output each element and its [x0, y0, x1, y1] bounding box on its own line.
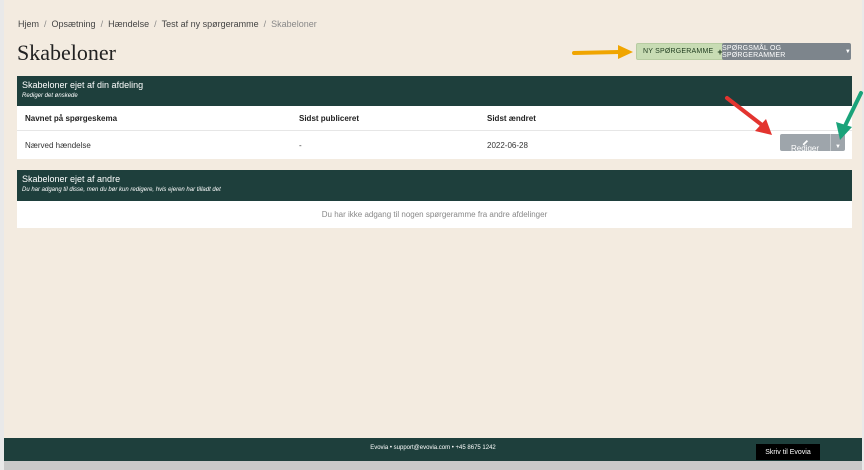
green-arrow-icon	[836, 91, 863, 140]
questions-dropdown-button[interactable]: SPØRGSMÅL OG SPØRGERAMMER ▼	[722, 43, 851, 60]
orange-arrow-icon	[572, 45, 633, 59]
breadcrumb-separator: /	[154, 19, 157, 29]
horizontal-scrollbar[interactable]	[4, 461, 862, 470]
breadcrumb-test[interactable]: Test af ny spørgeramme	[162, 19, 259, 29]
others-templates-header: Skabeloner ejet af andre Du har adgang t…	[17, 170, 852, 201]
red-arrow-icon	[725, 96, 772, 135]
row-changed: 2022-06-28	[487, 141, 528, 150]
empty-message: Du har ikke adgang til nogen spørgeramme…	[321, 210, 548, 219]
footer-contact: Evovia • support@evovia.com • +45 8675 1…	[370, 445, 496, 451]
column-header-changed: Sidst ændret	[487, 114, 536, 123]
breadcrumb-current: Skabeloner	[271, 19, 317, 29]
caret-down-icon: ▼	[835, 144, 841, 150]
breadcrumb: Hjem / Opsætning / Hændelse / Test af ny spørg…	[18, 19, 317, 29]
row-published: -	[299, 141, 302, 150]
questions-dropdown-label: SPØRGSMÅL OG SPØRGERAMMER	[722, 44, 786, 59]
new-questionnaire-button[interactable]: NY SPØRGERAMME +	[636, 43, 730, 60]
footer: Evovia • support@evovia.com • +45 8675 1…	[4, 438, 862, 461]
window-frame-left	[0, 0, 4, 470]
own-templates-title: Skabeloner ejet af din afdeling	[22, 80, 144, 90]
breadcrumb-separator: /	[100, 19, 104, 29]
breadcrumb-setup[interactable]: Opsætning	[52, 19, 96, 29]
edit-label: Rediger	[790, 144, 819, 153]
new-questionnaire-label: NY SPØRGERAMME	[643, 48, 714, 55]
column-header-name: Navnet på spørgeskema	[25, 114, 118, 123]
row-name: Nærved hændelse	[25, 141, 91, 150]
write-to-evovia-button[interactable]: Skriv til Evovia	[756, 444, 820, 460]
breadcrumb-incident[interactable]: Hændelse	[108, 19, 149, 29]
breadcrumb-separator: /	[263, 19, 267, 29]
others-templates-subtitle: Du har adgang til disse, men du bør kun …	[22, 187, 221, 193]
breadcrumb-separator: /	[44, 19, 47, 29]
column-header-published: Sidst publiceret	[299, 114, 360, 123]
edit-button[interactable]: Rediger	[780, 134, 830, 153]
page-title: Skabeloner	[17, 40, 116, 65]
others-templates-title: Skabeloner ejet af andre	[22, 174, 121, 184]
caret-down-icon: ▼	[844, 48, 851, 55]
breadcrumb-home[interactable]: Hjem	[18, 19, 39, 29]
others-templates-panel: Skabeloner ejet af andre Du har adgang t…	[17, 170, 852, 228]
